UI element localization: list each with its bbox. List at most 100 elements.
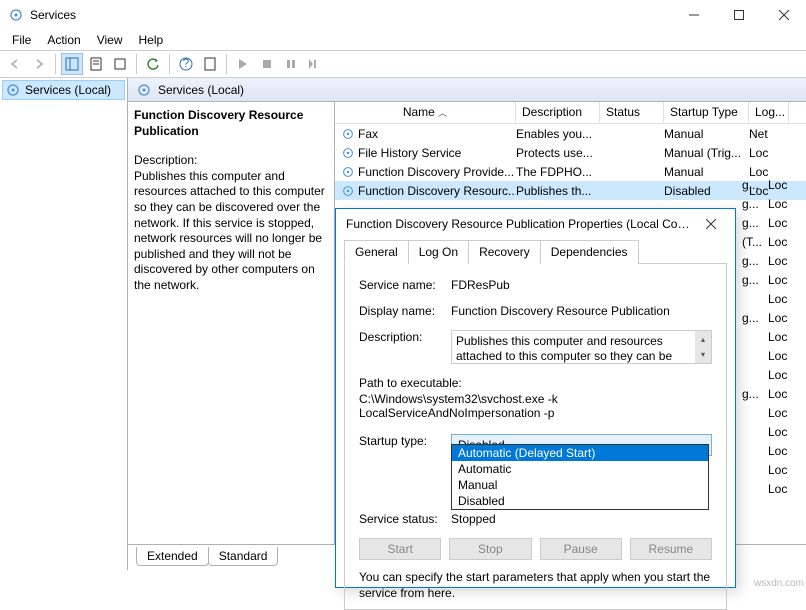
menu-view[interactable]: View xyxy=(89,31,131,49)
properties-button-2[interactable] xyxy=(199,53,221,75)
option-automatic-delayed[interactable]: Automatic (Delayed Start) xyxy=(452,445,708,461)
titlebar: Services xyxy=(0,0,806,30)
refresh-button[interactable] xyxy=(142,53,164,75)
path-label: Path to executable: xyxy=(359,376,712,390)
start-service-button[interactable] xyxy=(232,53,254,75)
col-logon[interactable]: Log... xyxy=(749,102,789,123)
window-title: Services xyxy=(30,8,671,22)
option-disabled[interactable]: Disabled xyxy=(452,493,708,509)
startup-type-dropdown: Automatic (Delayed Start) Automatic Manu… xyxy=(451,444,709,510)
partial-row: g...Loc xyxy=(736,385,806,404)
toolbar-separator xyxy=(55,54,56,74)
option-manual[interactable]: Manual xyxy=(452,477,708,493)
properties-button[interactable] xyxy=(85,53,107,75)
partial-row: Loc xyxy=(736,480,806,499)
service-control-buttons: Start Stop Pause Resume xyxy=(359,538,712,560)
col-name[interactable]: Name ︿ xyxy=(335,102,516,123)
partial-row: Loc xyxy=(736,347,806,366)
partial-row: Loc xyxy=(736,366,806,385)
column-headers: Name ︿ Description Status Startup Type L… xyxy=(335,102,806,124)
col-status[interactable]: Status xyxy=(600,102,664,123)
partial-row: Loc xyxy=(736,423,806,442)
partial-row: g...Loc xyxy=(736,271,806,290)
partial-row: g...Loc xyxy=(736,176,806,195)
service-row[interactable]: Fax Enables you... ManualNet xyxy=(335,124,806,143)
scroll-down-icon[interactable]: ▾ xyxy=(695,346,711,363)
service-name-value: FDResPub xyxy=(451,278,510,292)
partial-row: g...Loc xyxy=(736,309,806,328)
back-button[interactable] xyxy=(4,53,26,75)
gear-icon xyxy=(5,82,21,98)
detail-service-name: Function Discovery Resource Publication xyxy=(134,108,328,139)
pause-button[interactable]: Pause xyxy=(540,538,622,560)
gear-icon xyxy=(341,184,355,198)
row-name: Fax xyxy=(358,127,378,141)
service-name-label: Service name: xyxy=(359,278,451,292)
start-button[interactable]: Start xyxy=(359,538,441,560)
dialog-titlebar[interactable]: Function Discovery Resource Publication … xyxy=(336,209,735,239)
dialog-title: Function Discovery Resource Publication … xyxy=(346,217,691,231)
toolbar-separator xyxy=(169,54,170,74)
menu-file[interactable]: File xyxy=(4,31,39,49)
row-name: File History Service xyxy=(358,146,461,160)
dialog-tabs: General Log On Recovery Dependencies xyxy=(336,239,735,263)
tab-extended[interactable]: Extended xyxy=(136,547,209,566)
export-button[interactable] xyxy=(109,53,131,75)
col-startup-type[interactable]: Startup Type xyxy=(664,102,749,123)
row-name: Function Discovery Resourc... xyxy=(358,184,516,198)
partial-row: Loc xyxy=(736,404,806,423)
tab-standard[interactable]: Standard xyxy=(208,547,279,566)
tab-general[interactable]: General xyxy=(344,240,409,264)
close-button[interactable] xyxy=(761,0,806,30)
hidden-rows: g...Locg...Locg...Loc(T...Locg...Locg...… xyxy=(736,176,806,499)
right-header: Services (Local) xyxy=(128,78,806,102)
tree-pane: Services (Local) xyxy=(0,78,128,570)
resume-button[interactable]: Resume xyxy=(630,538,712,560)
sort-indicator-icon: ︿ xyxy=(438,108,447,118)
pause-service-button[interactable] xyxy=(280,53,302,75)
dialog-body: Service name: FDResPub Display name: Fun… xyxy=(344,263,727,610)
row-startup: Manual xyxy=(664,127,749,141)
display-name-value: Function Discovery Resource Publication xyxy=(451,304,670,318)
partial-row: Loc xyxy=(736,290,806,309)
row-desc: Enables you... xyxy=(516,127,600,141)
minimize-button[interactable] xyxy=(671,0,716,30)
stop-button[interactable]: Stop xyxy=(449,538,531,560)
menu-help[interactable]: Help xyxy=(131,31,172,49)
gear-icon xyxy=(341,146,355,160)
restart-service-button[interactable] xyxy=(304,53,326,75)
partial-row: (T...Loc xyxy=(736,233,806,252)
service-row[interactable]: File History ServiceProtects use...Manua… xyxy=(335,143,806,162)
row-logon: Net xyxy=(749,127,789,141)
maximize-button[interactable] xyxy=(716,0,761,30)
path-value: C:\Windows\system32\svchost.exe -k Local… xyxy=(359,392,712,420)
toolbar: ? xyxy=(0,50,806,78)
gear-icon xyxy=(341,165,355,179)
tree-item-label: Services (Local) xyxy=(25,83,111,97)
row-desc: Publishes th... xyxy=(516,184,600,198)
option-automatic[interactable]: Automatic xyxy=(452,461,708,477)
row-desc: Protects use... xyxy=(516,146,600,160)
tab-dependencies[interactable]: Dependencies xyxy=(540,240,639,264)
partial-row: Loc xyxy=(736,442,806,461)
stop-service-button[interactable] xyxy=(256,53,278,75)
toolbar-separator xyxy=(136,54,137,74)
col-description[interactable]: Description xyxy=(516,102,600,123)
menu-action[interactable]: Action xyxy=(39,31,88,49)
forward-button[interactable] xyxy=(28,53,50,75)
detail-desc-label: Description: xyxy=(134,153,197,167)
tab-recovery[interactable]: Recovery xyxy=(468,240,541,264)
tree-services-local[interactable]: Services (Local) xyxy=(2,80,125,100)
row-desc: The FDPHO... xyxy=(516,165,600,179)
help-button[interactable]: ? xyxy=(175,53,197,75)
gear-icon xyxy=(136,82,152,98)
dialog-close-button[interactable] xyxy=(691,210,731,238)
service-status-label: Service status: xyxy=(359,512,451,526)
properties-dialog: Function Discovery Resource Publication … xyxy=(335,208,736,588)
partial-row: g...Loc xyxy=(736,252,806,271)
partial-row: Loc xyxy=(736,328,806,347)
row-name: Function Discovery Provide... xyxy=(358,165,514,179)
show-hide-tree-button[interactable] xyxy=(61,53,83,75)
tab-logon[interactable]: Log On xyxy=(408,240,469,264)
partial-row: g...Loc xyxy=(736,214,806,233)
